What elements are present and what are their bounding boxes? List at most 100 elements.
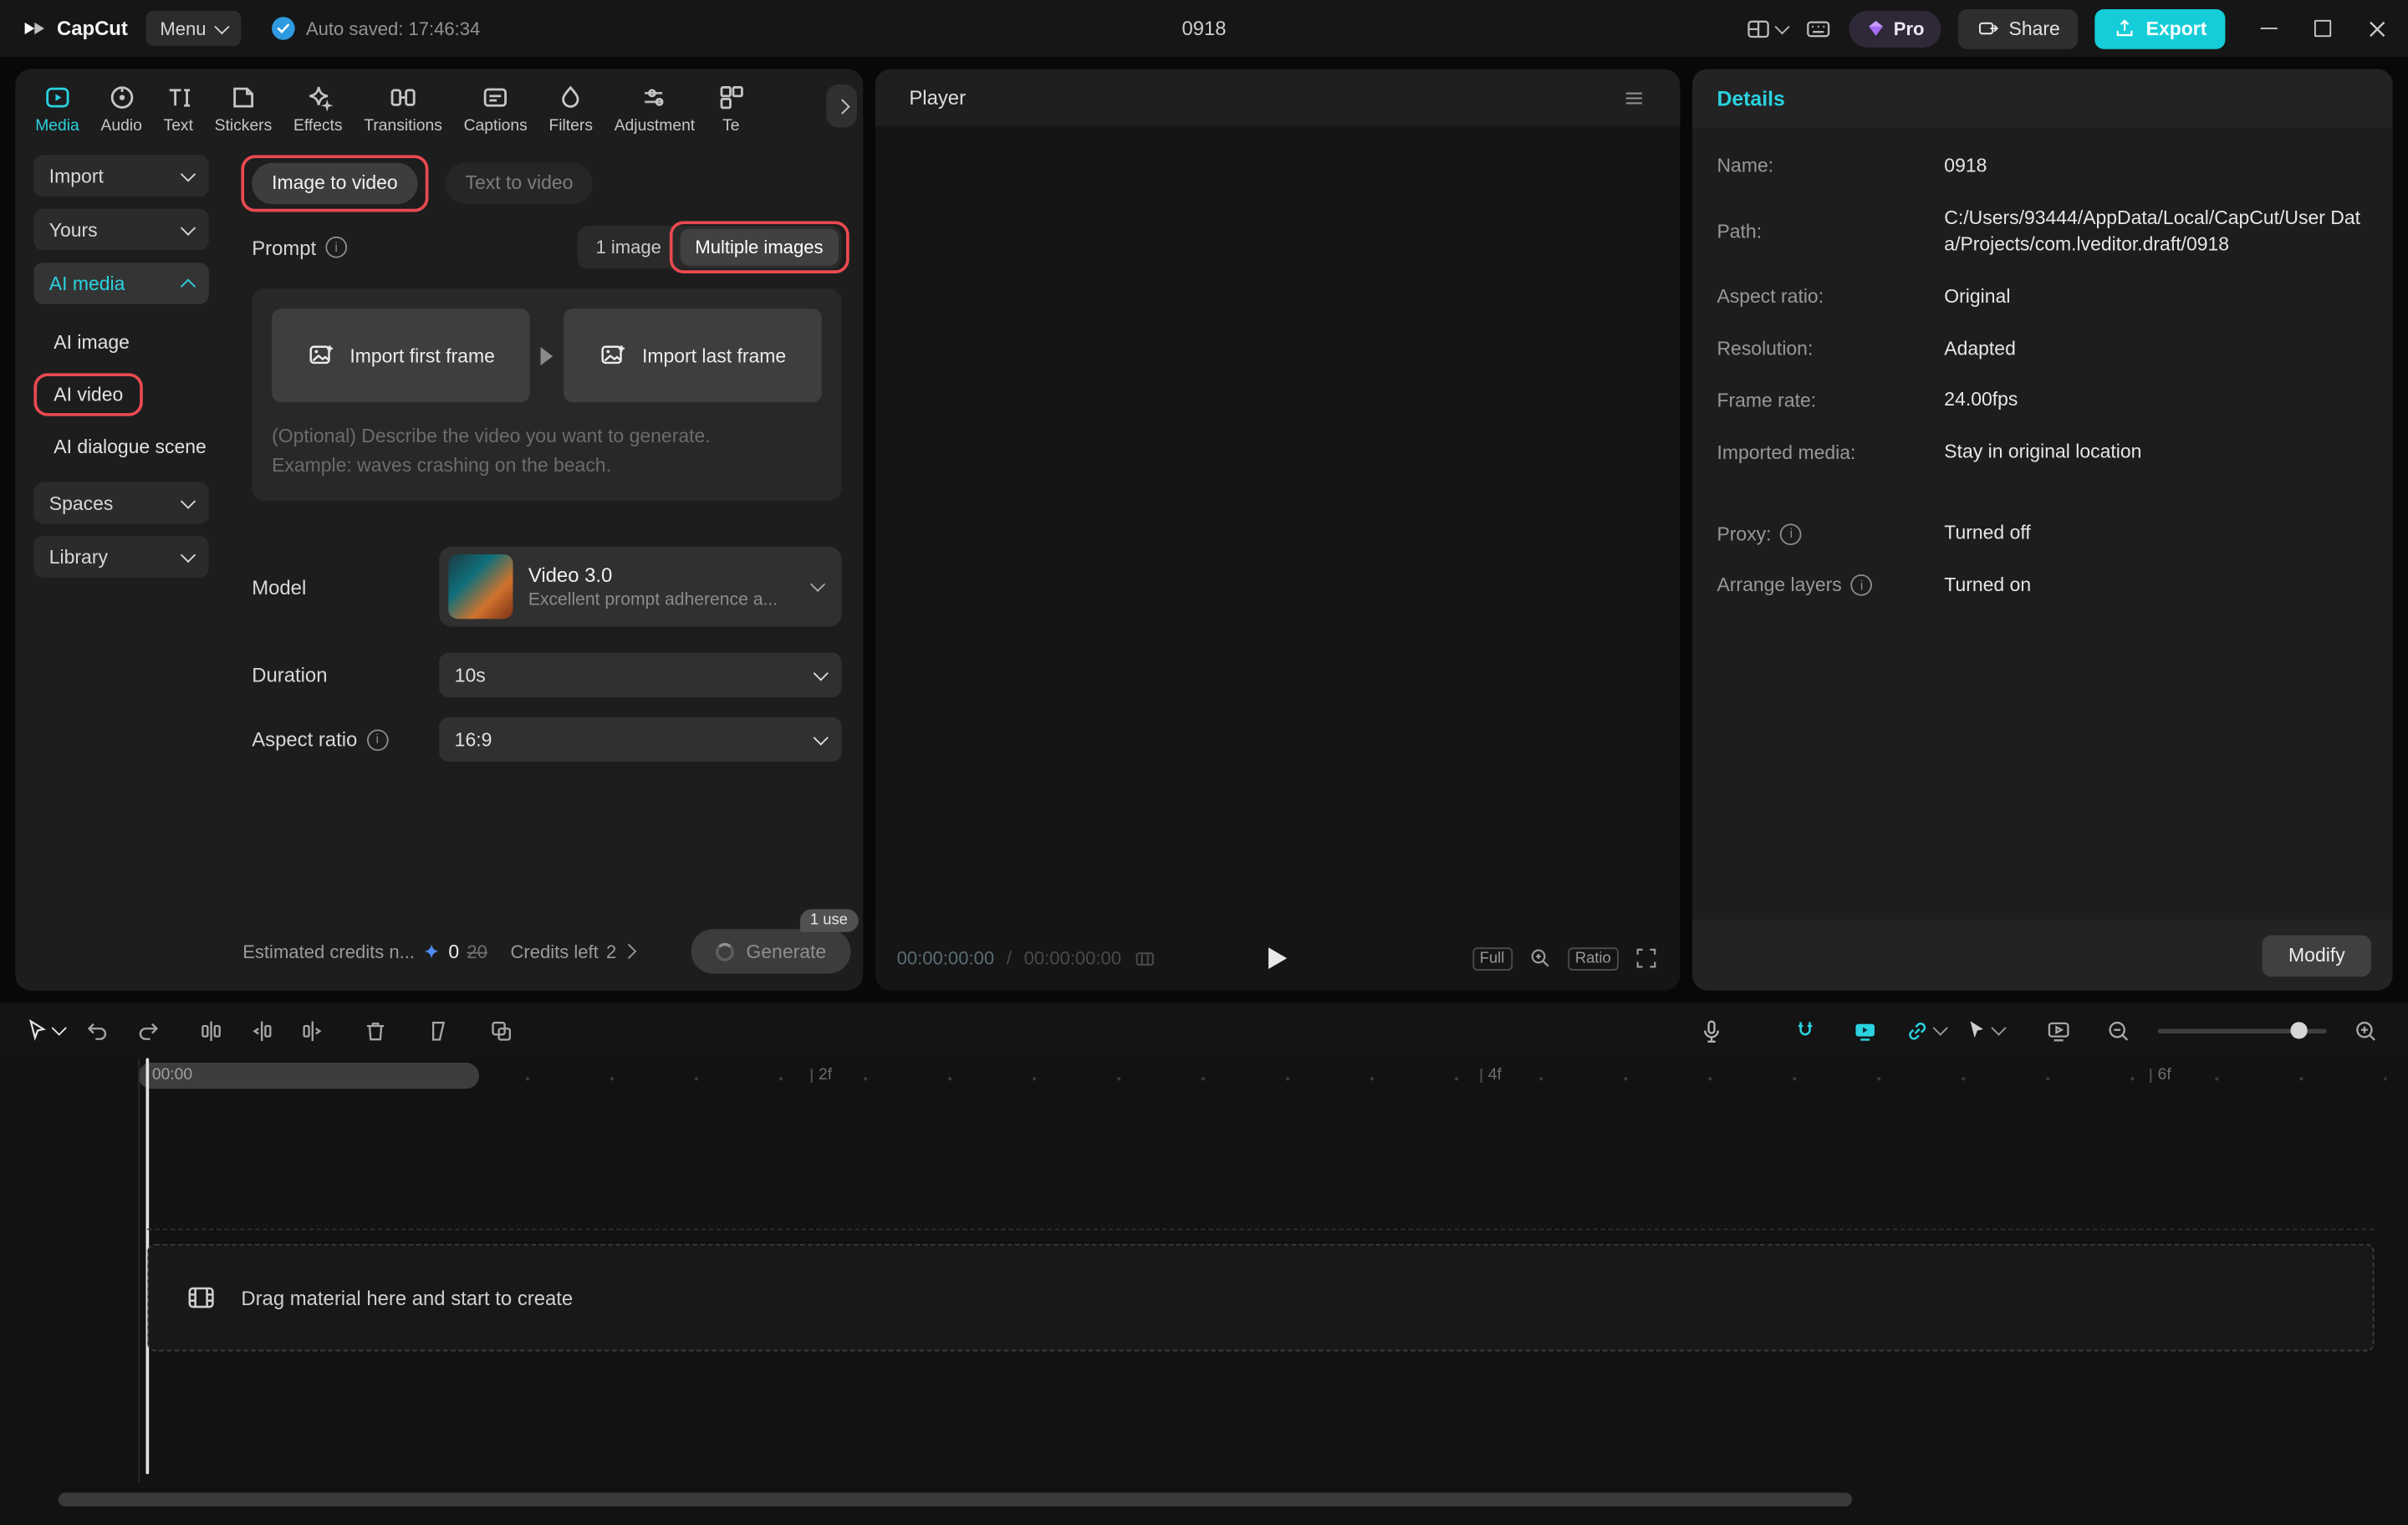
effects-icon: [304, 83, 333, 112]
prompt-placeholder-line1: (Optional) Describe the video you want t…: [272, 422, 822, 451]
use-count-badge: 1 use: [799, 909, 859, 932]
menu-button[interactable]: Menu: [146, 11, 242, 46]
share-button[interactable]: Share: [1958, 8, 2079, 48]
tab-captions[interactable]: Captions: [464, 83, 528, 135]
sidebar-item-ai-dialogue-scene[interactable]: AI dialogue scene: [33, 421, 224, 472]
sidebar-item-ai-image[interactable]: AI image: [33, 316, 224, 368]
tabs-overflow-button[interactable]: [826, 84, 857, 127]
sidebar-label: AI dialogue scene: [54, 436, 207, 458]
zoom-out-icon[interactable]: [2098, 1010, 2140, 1052]
share-label: Share: [2009, 18, 2060, 39]
chevron-right-icon: [834, 99, 849, 114]
sidebar-item-ai-media[interactable]: AI media: [33, 263, 208, 304]
keyboard-icon: [1804, 14, 1832, 42]
auto-snapping-icon[interactable]: [1844, 1010, 1886, 1052]
prompt-input-area[interactable]: Import first frame Import last frame (Op…: [252, 288, 841, 500]
redo-icon[interactable]: [127, 1010, 169, 1052]
info-icon[interactable]: [366, 729, 388, 751]
overlay-icon[interactable]: [481, 1010, 523, 1052]
zoom-fit-icon[interactable]: [1528, 946, 1552, 970]
templates-icon: [717, 83, 746, 112]
mask-icon[interactable]: [418, 1010, 460, 1052]
credits-old-value: 20: [467, 941, 487, 962]
select-tool-button[interactable]: [22, 1010, 68, 1052]
sidebar-item-spaces[interactable]: Spaces: [33, 482, 208, 524]
sidebar-item-library[interactable]: Library: [33, 536, 208, 578]
detail-row-frame-rate: Frame rate: 24.00fps: [1717, 388, 2368, 414]
prompt-placeholder: (Optional) Describe the video you want t…: [272, 422, 822, 480]
track-guide-line: [147, 1228, 2374, 1230]
frame-view-icon[interactable]: [1134, 946, 1157, 970]
aspect-ratio-select[interactable]: 16:9: [439, 717, 841, 762]
detail-value: Turned off: [1944, 521, 2368, 547]
tab-stickers[interactable]: Stickers: [215, 83, 273, 135]
image-to-video-button[interactable]: Image to video: [252, 162, 417, 204]
trim-left-icon[interactable]: [241, 1010, 283, 1052]
timeline-ruler[interactable]: 00:00 2f 4f 6f: [0, 1058, 2408, 1092]
timeline-dropzone[interactable]: Drag material here and start to create: [147, 1244, 2374, 1352]
pro-label: Pro: [1894, 18, 1925, 39]
info-icon[interactable]: [325, 237, 347, 258]
tab-media[interactable]: Media: [35, 83, 79, 135]
generate-button[interactable]: Generate 1 use: [691, 929, 850, 973]
text-to-video-button[interactable]: Text to video: [446, 162, 594, 204]
player-controls: 00:00:00:00 / 00:00:00:00 Full Ratio: [875, 926, 1680, 991]
tab-transitions[interactable]: Transitions: [364, 83, 442, 135]
chevron-down-icon: [181, 220, 196, 235]
timeline-scrollbar[interactable]: [59, 1492, 1852, 1507]
linking-icon[interactable]: [1905, 1010, 1946, 1052]
pro-badge[interactable]: Pro: [1849, 10, 1941, 47]
media-icon: [43, 83, 72, 112]
multiple-images-button[interactable]: Multiple images: [680, 229, 839, 266]
trim-right-icon[interactable]: [292, 1010, 334, 1052]
split-icon[interactable]: [191, 1010, 232, 1052]
sidebar-item-ai-video[interactable]: AI video: [33, 369, 224, 421]
info-icon[interactable]: [1781, 523, 1803, 545]
credits-left-link[interactable]: Credits left 2: [510, 941, 635, 962]
export-button[interactable]: Export: [2095, 8, 2225, 48]
timeline-zoom-slider[interactable]: [2158, 1028, 2327, 1033]
preview-axis-icon[interactable]: [2038, 1010, 2079, 1052]
tab-adjustment[interactable]: Adjustment: [615, 83, 695, 135]
player-menu-icon[interactable]: [1622, 85, 1646, 110]
tab-templates[interactable]: Te: [717, 83, 746, 135]
sidebar-item-import[interactable]: Import: [33, 156, 208, 197]
modify-button[interactable]: Modify: [2263, 935, 2371, 977]
close-icon[interactable]: [2368, 19, 2386, 38]
import-first-frame-button[interactable]: Import first frame: [272, 309, 530, 402]
zoom-in-icon[interactable]: [2345, 1010, 2387, 1052]
minimize-icon[interactable]: [2261, 28, 2278, 30]
fullscreen-icon[interactable]: [1634, 946, 1658, 970]
record-voiceover-icon[interactable]: [1691, 1010, 1732, 1052]
model-select[interactable]: Video 3.0 Excellent prompt adherence a..…: [439, 547, 841, 627]
full-preview-button[interactable]: Full: [1472, 946, 1513, 970]
undo-icon[interactable]: [77, 1010, 119, 1052]
shortcut-panel-button[interactable]: [1804, 14, 1832, 42]
estimated-credits-label: Estimated credits n...: [242, 941, 415, 962]
import-last-frame-button[interactable]: Import last frame: [564, 309, 822, 402]
sidebar-item-yours[interactable]: Yours: [33, 209, 208, 251]
model-description: Excellent prompt adherence a...: [528, 591, 797, 609]
info-icon[interactable]: [1851, 575, 1873, 597]
tab-effects[interactable]: Effects: [293, 83, 343, 135]
autosave-text: Auto saved: 17:46:34: [306, 18, 480, 39]
ratio-button[interactable]: Ratio: [1568, 946, 1619, 970]
delete-icon[interactable]: [355, 1010, 396, 1052]
capcut-app-window: CapCut Menu Auto saved: 17:46:34 0918: [0, 0, 2408, 1525]
one-image-button[interactable]: 1 image: [580, 229, 676, 266]
layout-preset-button[interactable]: [1745, 14, 1788, 42]
chevron-down-icon: [181, 166, 196, 181]
tab-audio[interactable]: Audio: [101, 83, 142, 135]
main-track-magnet-icon[interactable]: [1784, 1010, 1826, 1052]
cursor-mode-icon[interactable]: [1964, 1010, 2004, 1052]
sidebar-label: Spaces: [49, 492, 114, 514]
tab-filters[interactable]: Filters: [548, 83, 593, 135]
tab-label: Media: [35, 117, 79, 135]
maximize-icon[interactable]: [2314, 20, 2331, 37]
tab-text[interactable]: Text: [164, 83, 193, 135]
image-count-toggle: 1 image Multiple images: [577, 226, 841, 268]
zoom-slider-handle[interactable]: [2291, 1022, 2308, 1038]
play-button[interactable]: [1268, 947, 1287, 969]
duration-select[interactable]: 10s: [439, 653, 841, 697]
detail-row-aspect-ratio: Aspect ratio: Original: [1717, 283, 2368, 309]
